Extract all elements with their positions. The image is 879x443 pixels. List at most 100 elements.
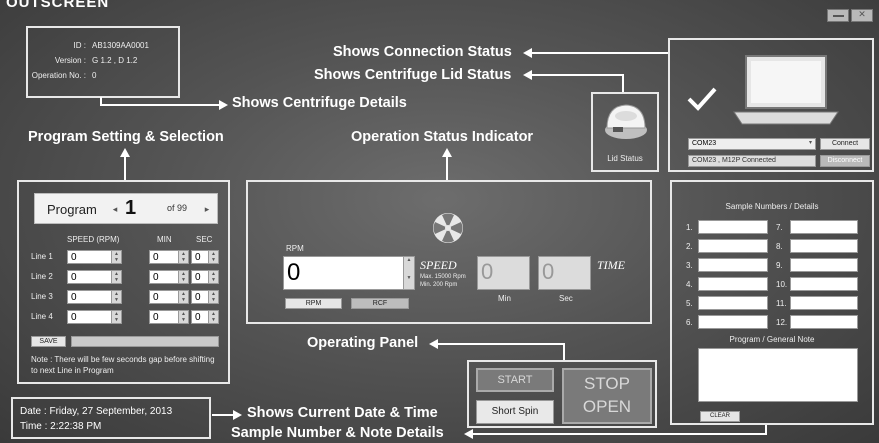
program-prev-button[interactable]: ◂	[108, 199, 122, 219]
min-display: 0	[477, 256, 530, 290]
line-sec-input[interactable]: 0 ▲ ▼	[191, 290, 219, 304]
time-label: TIME	[597, 258, 625, 272]
operating-panel: START Short Spin STOP OPEN	[467, 360, 657, 428]
device-version-label: Version :	[54, 56, 86, 65]
sample-input[interactable]	[790, 220, 858, 234]
com-port-select[interactable]: COM23 ▾	[688, 138, 816, 150]
sample-input[interactable]	[790, 296, 858, 310]
min-label: Min	[498, 294, 511, 303]
chevron-down-icon: ▾	[808, 140, 812, 146]
annotation-centrifuge-details: Shows Centrifuge Details	[232, 95, 407, 111]
sec-column-header: SEC	[196, 235, 213, 244]
line-min-input[interactable]: 0 ▲ ▼	[149, 250, 189, 264]
annotation-lid-status: Shows Centrifuge Lid Status	[314, 67, 512, 83]
clear-button[interactable]: CLEAR	[700, 411, 740, 422]
line-min-input[interactable]: 0 ▲ ▼	[149, 270, 189, 284]
sample-input[interactable]	[790, 315, 858, 329]
date-text: Date : Friday, 27 September, 2013	[20, 406, 173, 417]
sample-input[interactable]	[698, 277, 768, 291]
sample-row: 1. 7.	[672, 220, 872, 236]
save-progress-bar	[71, 336, 219, 347]
rpm-mode-button[interactable]: RPM	[285, 298, 342, 309]
annotation-datetime: Shows Current Date & Time	[247, 405, 438, 421]
device-version-value: G 1.2 , D 1.2	[92, 56, 138, 65]
max-speed-label: Max. 15000 Rpm	[420, 274, 466, 280]
start-button[interactable]: START	[476, 368, 554, 392]
lid-status-label: Lid Status	[607, 154, 643, 163]
speed-label: SPEED	[420, 258, 457, 272]
sample-input[interactable]	[698, 258, 768, 272]
annotation-sample-details: Sample Number & Note Details	[231, 425, 444, 441]
sample-input[interactable]	[698, 220, 768, 234]
rcf-mode-button[interactable]: RCF	[351, 298, 409, 309]
sample-input[interactable]	[790, 277, 858, 291]
line-sec-input[interactable]: 0 ▲ ▼	[191, 250, 219, 264]
connect-button[interactable]: Connect	[820, 138, 870, 150]
min-column-header: MIN	[157, 235, 172, 244]
operation-status-panel: RPM 0 ▲ ▼ SPEED Max. 15000 Rpm Min. 200 R…	[246, 180, 652, 324]
device-id-label: ID :	[73, 41, 86, 50]
line-sec-input[interactable]: 0 ▲ ▼	[191, 270, 219, 284]
close-icon: ✕	[858, 9, 866, 19]
program-note: Note : There will be few seconds gap bef…	[31, 355, 215, 375]
program-next-button[interactable]: ▸	[200, 199, 214, 219]
line-speed-input[interactable]: 0 ▲ ▼	[67, 250, 122, 264]
sample-input[interactable]	[698, 315, 768, 329]
line-min-input[interactable]: 0 ▲ ▼	[149, 310, 189, 324]
page-title: OUTSCREEN	[6, 0, 110, 11]
program-line-row: Line 2 0 ▲ ▼ 0 ▲ ▼ 0 ▲ ▼	[19, 268, 228, 286]
sample-row: 2. 8.	[672, 239, 872, 255]
speed-display[interactable]: 0 ▲ ▼	[283, 256, 415, 290]
disconnect-button[interactable]: Disconnect	[820, 155, 870, 167]
checkmark-icon	[687, 87, 717, 111]
line-speed-input[interactable]: 0 ▲ ▼	[67, 310, 122, 324]
operation-number-label: Operation No. :	[31, 71, 86, 80]
annotation-operation-status: Operation Status Indicator	[351, 129, 534, 145]
sample-row: 6. 12.	[672, 315, 872, 331]
line-sec-input[interactable]: 0 ▲ ▼	[191, 310, 219, 324]
annotation-connection-status: Shows Connection Status	[333, 44, 512, 60]
general-note-textarea[interactable]	[698, 348, 858, 402]
program-panel: Program ◂ 1 of 99 ▸ SPEED (RPM) MIN SEC …	[17, 180, 230, 384]
program-number[interactable]: 1	[125, 197, 136, 220]
program-label: Program	[47, 202, 97, 217]
program-selector: Program ◂ 1 of 99 ▸	[34, 193, 218, 224]
laptop-icon	[733, 55, 839, 125]
centrifuge-lid-icon	[605, 104, 647, 139]
sample-input[interactable]	[698, 296, 768, 310]
device-id-value: AB1309AA0001	[92, 41, 149, 50]
sample-title: Sample Numbers / Details	[725, 202, 819, 211]
program-line-row: Line 3 0 ▲ ▼ 0 ▲ ▼ 0 ▲ ▼	[19, 288, 228, 306]
line-speed-input[interactable]: 0 ▲ ▼	[67, 270, 122, 284]
sec-label: Sec	[559, 294, 573, 303]
sample-row: 4. 10.	[672, 277, 872, 293]
close-button[interactable]: ✕	[851, 9, 873, 22]
device-details-panel: ID : AB1309AA0001 Version : G 1.2 , D 1.…	[26, 26, 180, 98]
annotation-program-setting: Program Setting & Selection	[28, 129, 224, 145]
minimize-icon	[833, 15, 844, 17]
datetime-panel: Date : Friday, 27 September, 2013 Time :…	[11, 397, 211, 439]
speed-column-header: SPEED (RPM)	[67, 235, 120, 244]
minimize-button[interactable]	[827, 9, 849, 22]
sample-input[interactable]	[698, 239, 768, 253]
sample-row: 3. 9.	[672, 258, 872, 274]
min-speed-label: Min. 200 Rpm	[420, 282, 458, 288]
line-speed-input[interactable]: 0 ▲ ▼	[67, 290, 122, 304]
line-min-input[interactable]: 0 ▲ ▼	[149, 290, 189, 304]
stop-open-button[interactable]: STOP OPEN	[562, 368, 652, 424]
sample-input[interactable]	[790, 239, 858, 253]
sample-row: 5. 11.	[672, 296, 872, 312]
sec-display: 0	[538, 256, 591, 290]
program-line-row: Line 4 0 ▲ ▼ 0 ▲ ▼ 0 ▲ ▼	[19, 308, 228, 326]
connection-status-field: COM23 , M12P Connected	[688, 155, 816, 167]
operation-number-value: 0	[92, 71, 97, 80]
general-note-label: Program / General Note	[729, 335, 815, 344]
short-spin-button[interactable]: Short Spin	[476, 400, 554, 424]
save-button[interactable]: SAVE	[31, 336, 66, 347]
connection-panel: COM23 ▾ Connect COM23 , M12P Connected D…	[668, 38, 874, 172]
rotor-fan-icon	[433, 213, 463, 243]
sample-input[interactable]	[790, 258, 858, 272]
program-count: of 99	[167, 203, 188, 213]
sample-panel: Sample Numbers / Details 1. 7. 2. 8. 3. …	[670, 180, 874, 425]
time-text: Time : 2:22:38 PM	[20, 421, 102, 432]
